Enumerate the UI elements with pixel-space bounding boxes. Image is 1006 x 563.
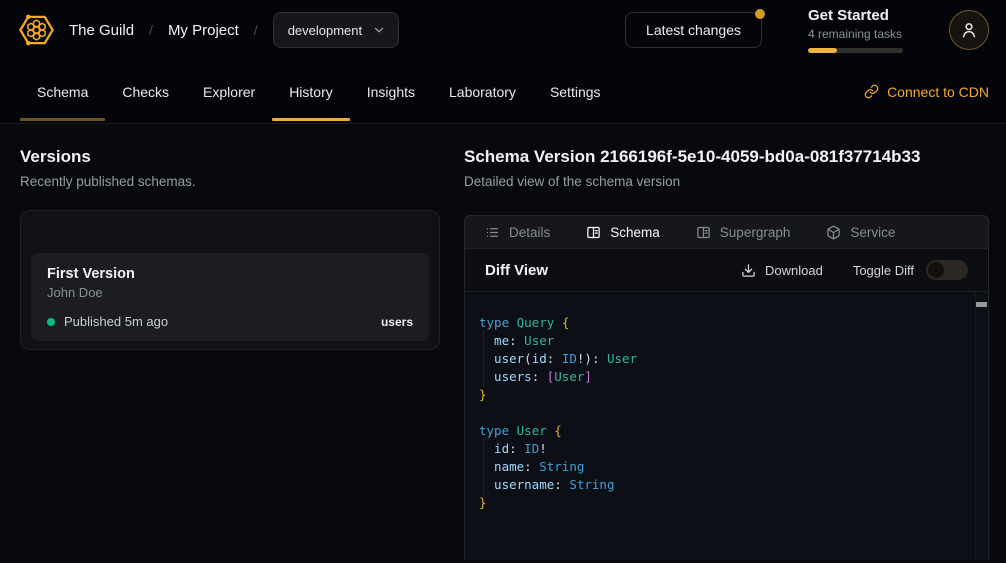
person-icon — [959, 20, 979, 40]
detail-tab-label: Details — [509, 225, 550, 240]
version-list-item[interactable]: First Version John Doe Published 5m ago … — [31, 253, 429, 341]
editor-scrollbar-track — [975, 292, 988, 560]
version-service-badge: users — [381, 315, 413, 329]
tab-explorer[interactable]: Explorer — [186, 60, 272, 123]
detail-tabs: Details Schema Supergraph — [464, 215, 989, 249]
connect-to-cdn-label: Connect to CDN — [887, 84, 989, 100]
progress-fill — [808, 48, 837, 53]
diff-bar-actions: Download Toggle Diff — [741, 260, 968, 280]
schema-version-subtitle: Detailed view of the schema version — [464, 174, 989, 189]
schema-version-title: Schema Version 2166196f-5e10-4059-bd0a-0… — [464, 147, 989, 167]
tab-settings[interactable]: Settings — [533, 60, 618, 123]
link-icon — [864, 84, 879, 99]
target-nav-bar: Schema Checks Explorer History Insights … — [0, 60, 1006, 124]
detail-tab-details[interactable]: Details — [485, 225, 550, 240]
columns-icon — [586, 225, 601, 240]
published-status-dot — [47, 318, 55, 326]
diff-view-bar: Diff View Download Toggle Diff — [464, 249, 989, 292]
connect-to-cdn-button[interactable]: Connect to CDN — [864, 84, 989, 100]
top-header: The Guild / My Project / development Lat… — [0, 0, 1006, 60]
get-started-remaining-tasks: 4 remaining tasks — [808, 27, 903, 41]
toggle-diff-switch[interactable] — [926, 260, 968, 280]
detail-tab-supergraph[interactable]: Supergraph — [696, 225, 791, 240]
version-status: Published 5m ago — [64, 314, 168, 329]
latest-changes-label: Latest changes — [646, 22, 741, 38]
toggle-diff-label: Toggle Diff — [853, 263, 914, 278]
editor-scrollbar-thumb[interactable] — [976, 302, 987, 307]
toggle-diff-control: Toggle Diff — [853, 260, 968, 280]
notification-dot — [755, 9, 765, 19]
diff-view-title: Diff View — [485, 262, 548, 279]
schema-version-column: Schema Version 2166196f-5e10-4059-bd0a-0… — [464, 124, 989, 560]
get-started-title: Get Started — [808, 7, 903, 24]
breadcrumb-project[interactable]: My Project — [168, 22, 239, 39]
tab-checks[interactable]: Checks — [105, 60, 186, 123]
chevron-down-icon — [372, 23, 386, 37]
header-actions: Latest changes Get Started 4 remaining t… — [625, 7, 989, 53]
tab-laboratory[interactable]: Laboratory — [432, 60, 533, 123]
schema-version-panel: Details Schema Supergraph — [464, 215, 989, 560]
version-name: First Version — [47, 266, 413, 282]
download-button[interactable]: Download — [741, 263, 823, 278]
breadcrumb-separator: / — [254, 22, 258, 38]
tab-insights[interactable]: Insights — [350, 60, 432, 123]
detail-tab-service[interactable]: Service — [826, 225, 895, 240]
environment-selector-value: development — [288, 23, 362, 38]
get-started-widget[interactable]: Get Started 4 remaining tasks — [808, 7, 903, 53]
breadcrumb: The Guild / My Project / development — [69, 12, 399, 48]
version-author: John Doe — [47, 285, 413, 300]
versions-column: Versions Recently published schemas. Fir… — [20, 124, 440, 560]
download-icon — [741, 263, 756, 278]
list-icon — [485, 225, 500, 240]
toggle-knob — [928, 262, 944, 278]
latest-changes-button[interactable]: Latest changes — [625, 12, 762, 48]
versions-list-card: First Version John Doe Published 5m ago … — [20, 210, 440, 350]
breadcrumb-separator: / — [149, 22, 153, 38]
get-started-progress-bar — [808, 48, 903, 53]
versions-title: Versions — [20, 147, 440, 167]
tab-schema[interactable]: Schema — [20, 60, 105, 123]
detail-tab-schema[interactable]: Schema — [586, 225, 660, 240]
schema-code-editor[interactable]: type Query { me: User user(id: ID!): Use… — [464, 292, 989, 560]
nav-tabs: Schema Checks Explorer History Insights … — [20, 60, 618, 123]
environment-selector[interactable]: development — [273, 12, 399, 48]
main-content: Versions Recently published schemas. Fir… — [0, 124, 1006, 560]
user-avatar[interactable] — [949, 10, 989, 50]
version-meta-row: Published 5m ago users — [47, 314, 413, 329]
breadcrumb-org[interactable]: The Guild — [69, 22, 134, 39]
versions-subtitle: Recently published schemas. — [20, 174, 440, 189]
download-label: Download — [765, 263, 823, 278]
code-lines: type Query { me: User user(id: ID!): Use… — [465, 292, 988, 512]
detail-tab-label: Service — [850, 225, 895, 240]
detail-tab-label: Supergraph — [720, 225, 791, 240]
cube-icon — [826, 225, 841, 240]
tab-history[interactable]: History — [272, 60, 350, 123]
columns-icon — [696, 225, 711, 240]
detail-tab-label: Schema — [610, 225, 660, 240]
guild-hive-logo-icon[interactable] — [18, 12, 55, 48]
